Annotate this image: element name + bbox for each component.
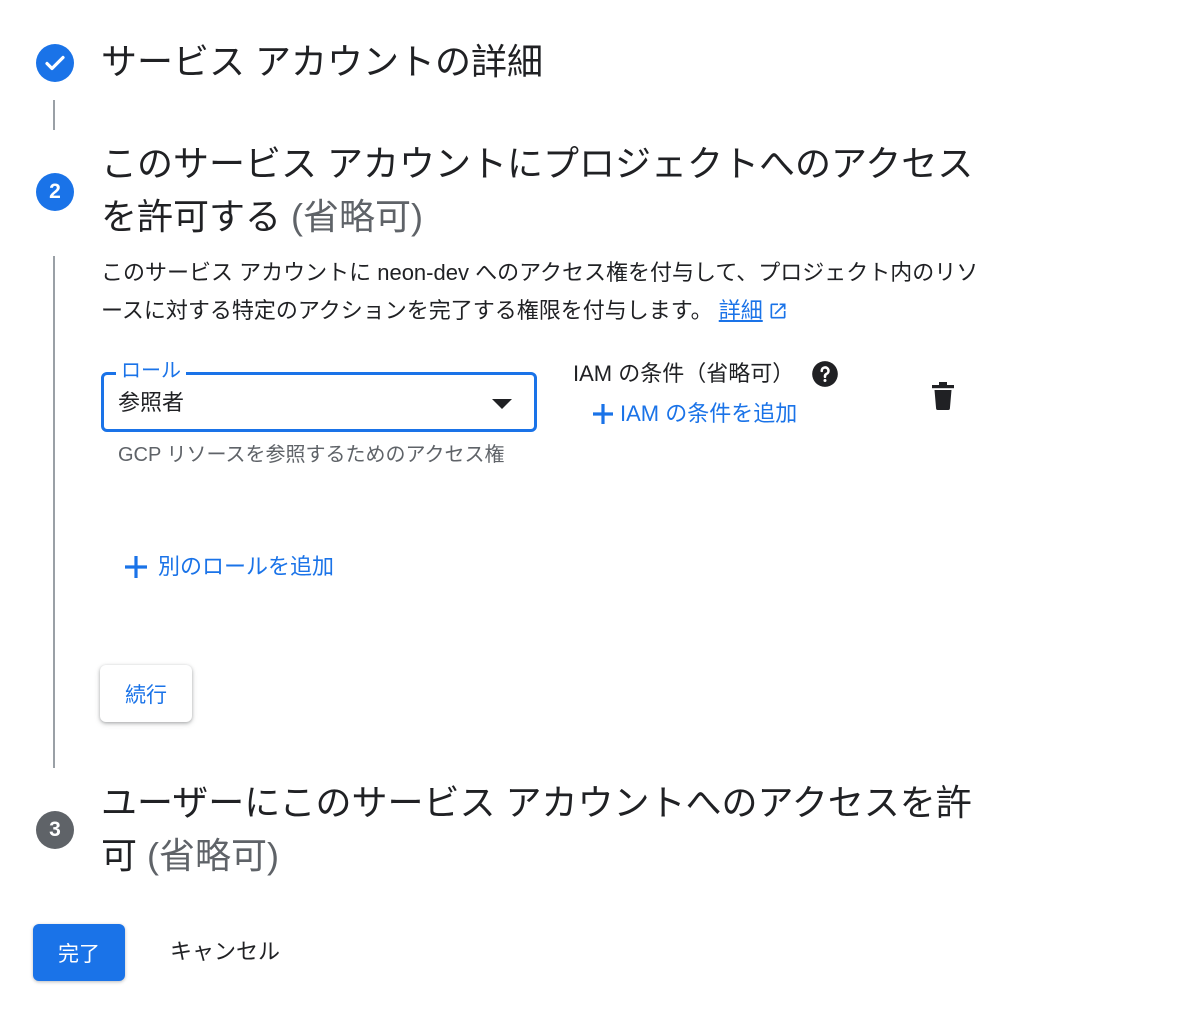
help-icon[interactable]: [811, 360, 839, 388]
role-helper-text: GCP リソースを参照するためのアクセス権: [118, 444, 505, 466]
role-label: ロール: [116, 359, 186, 383]
delete-icon[interactable]: [932, 382, 954, 410]
iam-condition-label: IAM の条件（省略可）: [573, 361, 795, 386]
step-connector: [53, 256, 55, 768]
done-button[interactable]: 完了: [33, 924, 125, 981]
plus-icon: [125, 556, 147, 578]
step-2-title-text: このサービス アカウントにプロジェクトへのアクセスを許可する: [101, 143, 974, 237]
step-2-description: このサービス アカウントに neon-dev へのアクセス権を付与して、プロジェ…: [101, 254, 991, 330]
step-2-title: このサービス アカウントにプロジェクトへのアクセスを許可する (省略可): [101, 137, 981, 243]
continue-button[interactable]: 続行: [100, 665, 192, 722]
check-icon: [45, 55, 65, 71]
add-another-role-label: 別のロールを追加: [158, 554, 335, 579]
role-selected-value: 参照者: [118, 390, 185, 415]
step-1-title[interactable]: サービス アカウントの詳細: [101, 35, 543, 88]
step-connector: [53, 100, 55, 130]
plus-icon: [593, 404, 613, 424]
role-select[interactable]: ロール 参照者: [101, 359, 537, 432]
step-1-complete-marker: [36, 44, 74, 82]
description-text: このサービス アカウントに neon-dev へのアクセス権を付与して、プロジェ…: [101, 260, 979, 323]
step-3-title[interactable]: ユーザーにこのサービス アカウントへのアクセスを許可 (省略可): [101, 776, 981, 882]
details-link[interactable]: 詳細: [719, 298, 763, 323]
step-3-marker: 3: [36, 811, 74, 849]
step-2-optional-label: (省略可): [291, 196, 424, 237]
details-link-label: 詳細: [718, 298, 763, 323]
add-iam-condition-label: IAM の条件を追加: [620, 401, 798, 426]
step-3-optional-label: (省略可): [147, 835, 280, 876]
dropdown-arrow-icon: [492, 399, 512, 409]
add-iam-condition-button[interactable]: IAM の条件を追加: [592, 398, 797, 430]
add-another-role-button[interactable]: 別のロールを追加: [124, 551, 334, 583]
open-in-new-icon: [770, 303, 786, 319]
cancel-button[interactable]: キャンセル: [170, 934, 280, 970]
step-2-marker: 2: [36, 173, 74, 211]
